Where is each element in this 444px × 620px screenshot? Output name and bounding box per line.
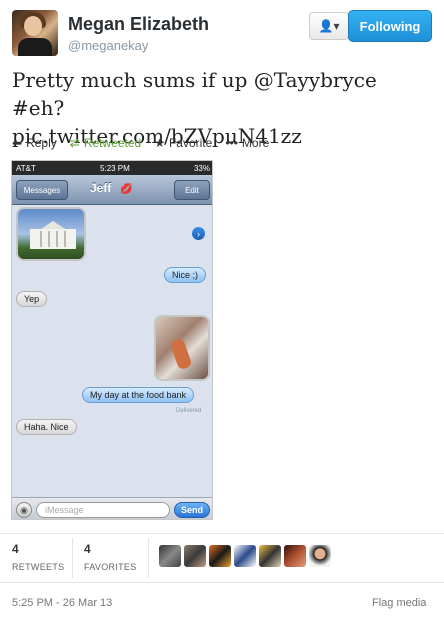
delivered-label: Delivered	[176, 408, 202, 414]
reply-icon: ⬅	[12, 136, 23, 150]
retweet-action[interactable]: ⇄ Retweeted	[70, 136, 141, 150]
user-actions-button[interactable]: 👤▾	[309, 12, 349, 40]
tweet-text-line: Pretty much sums if up @Tayybryce #eh?	[12, 68, 377, 120]
lips-emoji-icon: 💋	[120, 184, 133, 195]
avatar[interactable]	[12, 10, 58, 56]
conversation-title: Jeff	[90, 181, 112, 195]
user-handle[interactable]: @meganekay	[68, 38, 148, 53]
more-label: More	[241, 136, 270, 150]
favorite-label: Favorite	[168, 136, 213, 150]
avatar[interactable]	[234, 545, 256, 567]
tweet-timestamp[interactable]: 5:25 PM - 26 Mar 13	[12, 597, 112, 609]
user-name[interactable]: Megan Elizabeth	[68, 14, 209, 35]
flag-media-link[interactable]: Flag media	[372, 597, 426, 609]
avatar[interactable]	[184, 545, 206, 567]
favorite-action[interactable]: ★ Favorite	[154, 136, 212, 150]
following-button[interactable]: Following	[348, 10, 432, 42]
battery: 33%	[193, 163, 210, 173]
media-image[interactable]: AT&T 5:23 PM 33% Messages Jeff 💋 Edit › …	[11, 160, 213, 520]
message-bubble: Nice ;)	[164, 267, 207, 283]
message-bubble: Yep	[16, 291, 48, 307]
message-bubble: My day at the food bank	[82, 387, 195, 403]
retweets-label: RETWEETS	[12, 562, 65, 572]
send-button: Send	[174, 502, 210, 518]
edit-button: Edit	[174, 180, 210, 200]
phone-nav-bar: Messages Jeff 💋 Edit	[12, 175, 212, 205]
favorites-count: 4	[84, 542, 91, 556]
carrier: AT&T	[16, 163, 36, 173]
divider	[0, 582, 444, 583]
message-input-bar: ◉ iMessage Send	[12, 497, 212, 519]
user-icon: 👤▾	[318, 19, 340, 33]
chevron-right-icon: ›	[192, 227, 205, 240]
favorites-stat[interactable]: 4 FAVORITES	[84, 542, 137, 572]
imessage-input: iMessage	[36, 502, 170, 518]
retweets-count: 4	[12, 542, 19, 556]
retweet-icon: ⇄	[69, 136, 80, 150]
phone-time: 5:23 PM	[100, 163, 130, 173]
tweet-header: Megan Elizabeth @meganekay 👤▾ Following	[12, 10, 432, 58]
divider	[0, 533, 444, 534]
more-icon: •••	[225, 136, 238, 150]
reply-label: Reply	[26, 136, 57, 150]
phone-status-bar: AT&T 5:23 PM 33%	[12, 161, 212, 175]
camera-icon: ◉	[16, 502, 32, 518]
avatar[interactable]	[259, 545, 281, 567]
divider	[72, 538, 73, 578]
food-bank-photo	[154, 315, 210, 381]
avatar[interactable]	[209, 545, 231, 567]
star-icon: ★	[154, 136, 165, 150]
reply-action[interactable]: ⬅ Reply	[12, 136, 57, 150]
retweet-label: Retweeted	[83, 136, 142, 150]
tweet-actions: ⬅ Reply ⇄ Retweeted ★ Favorite ••• More	[12, 134, 277, 152]
favorites-label: FAVORITES	[84, 562, 137, 572]
more-action[interactable]: ••• More	[225, 136, 269, 150]
divider	[148, 538, 149, 578]
retweets-stat[interactable]: 4 RETWEETS	[12, 542, 64, 572]
avatar[interactable]	[309, 545, 331, 567]
favoriter-avatars	[159, 545, 331, 567]
white-house-photo	[16, 207, 86, 261]
message-bubble: Haha. Nice	[16, 419, 77, 435]
avatar[interactable]	[284, 545, 306, 567]
messages-back-button: Messages	[16, 180, 68, 200]
avatar[interactable]	[159, 545, 181, 567]
